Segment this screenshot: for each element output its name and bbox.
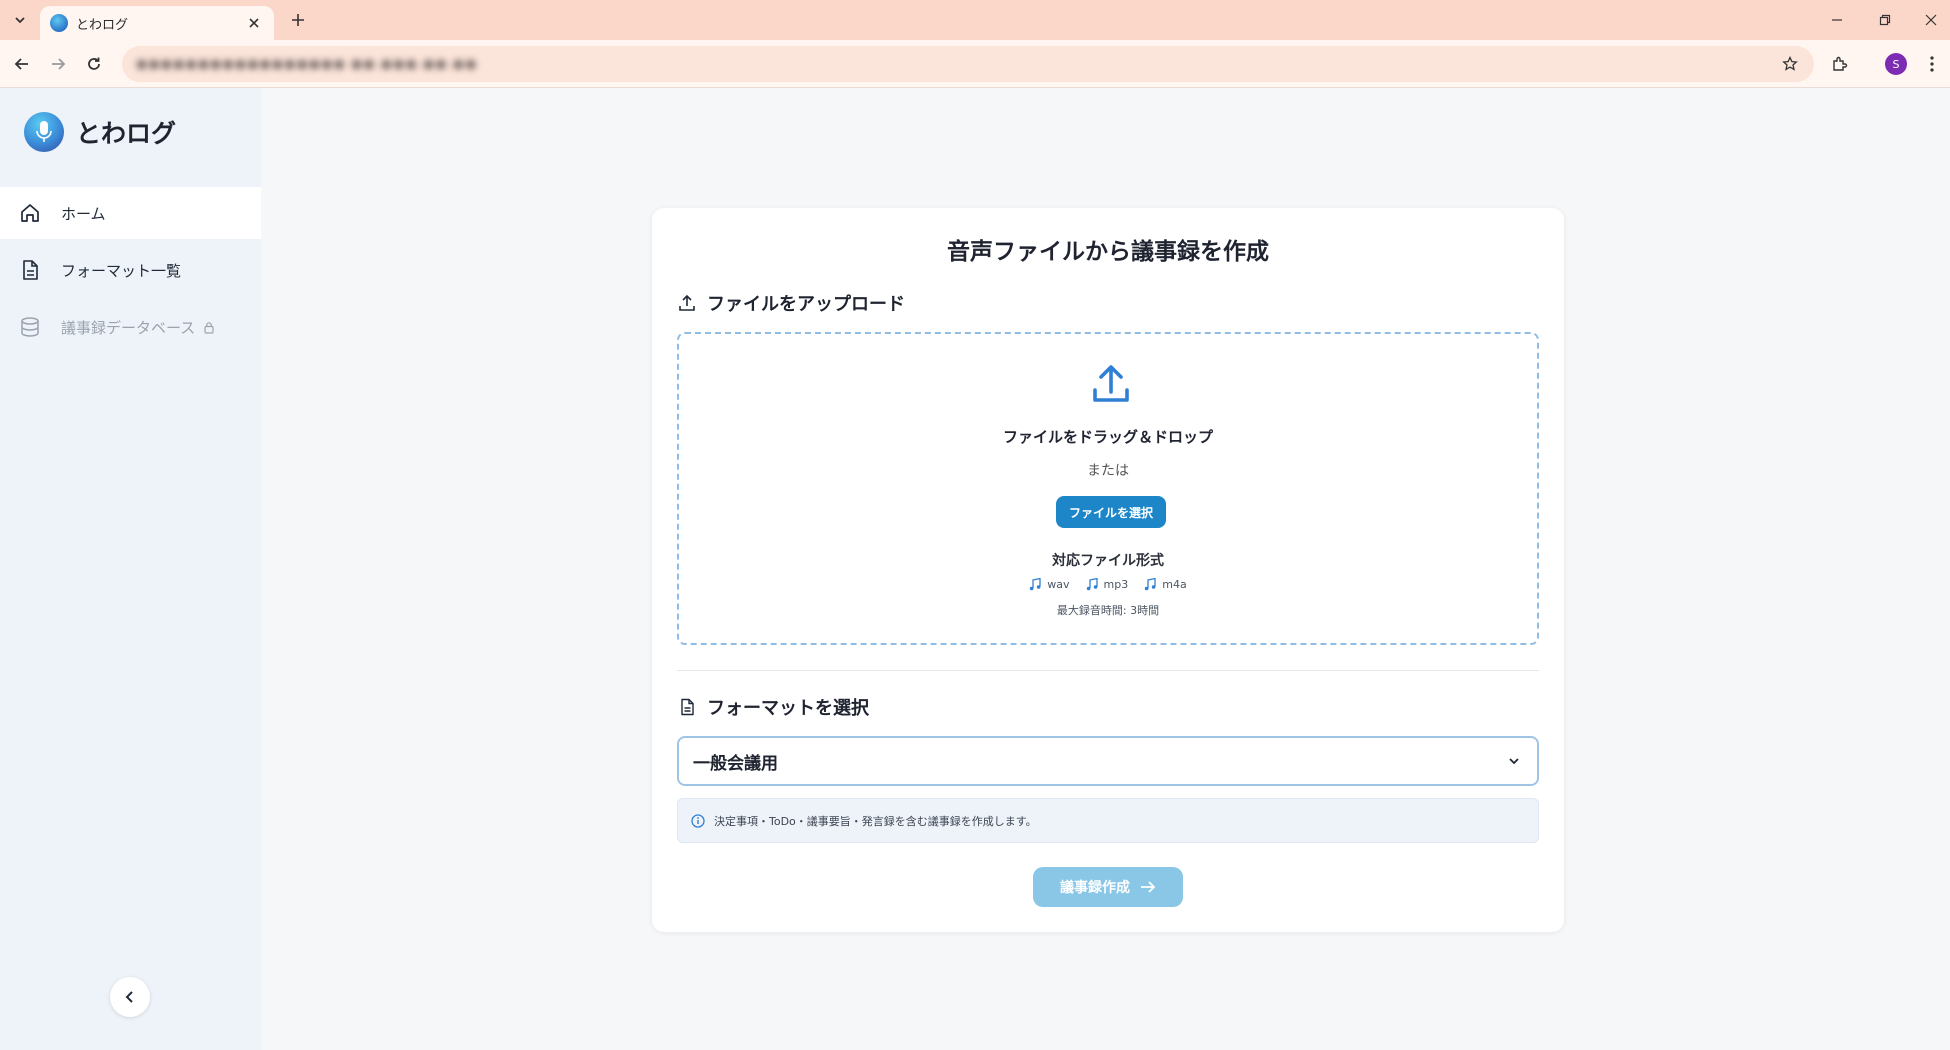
minimize-button[interactable] <box>1822 8 1852 32</box>
format-label: mp3 <box>1103 578 1129 591</box>
music-note-icon <box>1144 578 1156 591</box>
avatar: S <box>1885 53 1907 75</box>
new-tab-button[interactable] <box>286 8 310 32</box>
format-item: m4a <box>1144 578 1187 591</box>
restore-icon <box>1879 14 1891 26</box>
address-bar[interactable]: ●●●●●●●●●●●●●●●●● ●●.●●●.●●.●● <box>122 46 1814 82</box>
plus-icon <box>292 14 304 26</box>
format-select[interactable]: 一般会議用 <box>677 736 1539 786</box>
profile-button[interactable]: S <box>1884 52 1908 76</box>
chevron-down-icon <box>1505 752 1523 770</box>
microphone-logo-icon <box>24 112 64 152</box>
back-button[interactable] <box>10 52 34 76</box>
reload-button[interactable] <box>82 52 106 76</box>
upload-icon <box>1093 365 1129 402</box>
restore-button[interactable] <box>1870 8 1900 32</box>
file-dropzone[interactable]: ファイルをドラッグ＆ドロップ または ファイルを選択 対応ファイル形式 wav … <box>677 332 1539 645</box>
browser-tab-strip: とわログ <box>0 0 1950 40</box>
create-minutes-label: 議事録作成 <box>1060 880 1130 896</box>
format-section-label: フォーマットを選択 <box>707 698 869 719</box>
extensions-button[interactable] <box>1828 52 1852 76</box>
brand-name: とわログ <box>76 119 177 148</box>
music-note-icon <box>1086 578 1098 591</box>
info-icon <box>690 813 706 829</box>
favicon-icon <box>50 14 68 32</box>
tab-close-button[interactable] <box>244 13 264 33</box>
bookmark-button[interactable] <box>1778 52 1802 76</box>
document-icon <box>18 258 42 282</box>
close-icon <box>1925 14 1937 26</box>
puzzle-icon <box>1833 56 1848 71</box>
create-minutes-button[interactable]: 議事録作成 <box>1033 867 1183 907</box>
format-label: wav <box>1047 578 1070 591</box>
sidebar: とわログ ホーム フォーマット一覧 議事録データベース <box>0 88 261 1050</box>
star-icon <box>1782 56 1798 71</box>
browser-menu-button[interactable] <box>1920 52 1944 76</box>
format-description: 決定事項・ToDo・議事要旨・発言録を含む議事録を作成します。 <box>714 814 1037 828</box>
max-duration: 最大録音時間: 3時間 <box>1056 604 1160 617</box>
tab-title: とわログ <box>76 17 129 33</box>
create-minutes-card: 音声ファイルから議事録を作成 ファイルをアップロード ファイルをドラッグ＆ドロッ… <box>652 208 1564 932</box>
sidebar-item-label: 議事録データベース <box>61 318 196 337</box>
chevron-down-icon <box>15 17 25 24</box>
upload-section-header: ファイルをアップロード <box>677 290 905 316</box>
chevron-left-icon <box>125 991 133 1003</box>
drop-instruction: ファイルをドラッグ＆ドロップ <box>1002 428 1213 446</box>
music-note-icon <box>1029 578 1041 591</box>
arrow-right-icon <box>1141 881 1156 893</box>
arrow-right-icon <box>52 58 66 70</box>
format-label: m4a <box>1162 578 1187 591</box>
address-bar-url: ●●●●●●●●●●●●●●●●● ●●.●●●.●●.●● <box>136 56 478 72</box>
sidebar-item-label: ホーム <box>61 204 106 223</box>
format-section-header: フォーマットを選択 <box>677 694 869 720</box>
database-icon <box>18 315 42 339</box>
upload-icon <box>677 293 697 313</box>
format-item: wav <box>1029 578 1070 591</box>
collapse-sidebar-button[interactable] <box>110 977 150 1017</box>
supported-formats-list: wav mp3 m4a <box>679 578 1537 591</box>
browser-tab[interactable]: とわログ <box>40 6 274 40</box>
sidebar-nav: ホーム フォーマット一覧 議事録データベース <box>0 187 261 358</box>
format-item: mp3 <box>1086 578 1129 591</box>
minimize-icon <box>1832 19 1842 21</box>
document-icon <box>677 697 697 717</box>
sidebar-item-label: フォーマット一覧 <box>61 261 182 280</box>
home-icon <box>18 201 42 225</box>
upload-section-label: ファイルをアップロード <box>707 294 905 315</box>
more-vertical-icon <box>1930 56 1934 72</box>
format-description-box: 決定事項・ToDo・議事要旨・発言録を含む議事録を作成します。 <box>677 798 1539 843</box>
tab-search-button[interactable] <box>8 8 32 32</box>
divider <box>677 670 1539 671</box>
reload-icon <box>88 57 100 70</box>
sidebar-item-database[interactable]: 議事録データベース <box>0 301 261 353</box>
lock-icon <box>203 321 215 334</box>
page-title: 音声ファイルから議事録を作成 <box>947 239 1269 265</box>
sidebar-item-formats[interactable]: フォーマット一覧 <box>0 244 261 296</box>
window-close-button[interactable] <box>1916 8 1946 32</box>
supported-formats-title: 対応ファイル形式 <box>1052 553 1164 569</box>
format-select-value: 一般会議用 <box>693 753 778 774</box>
close-icon <box>249 18 259 28</box>
brand[interactable]: とわログ <box>24 112 176 152</box>
sidebar-item-home[interactable]: ホーム <box>0 187 261 239</box>
arrow-left-icon <box>14 58 28 70</box>
forward-button[interactable] <box>46 52 70 76</box>
browser-toolbar: ●●●●●●●●●●●●●●●●● ●●.●●●.●●.●● S <box>0 40 1950 88</box>
or-separator: または <box>1087 463 1129 479</box>
select-file-button[interactable]: ファイルを選択 <box>1056 496 1166 528</box>
